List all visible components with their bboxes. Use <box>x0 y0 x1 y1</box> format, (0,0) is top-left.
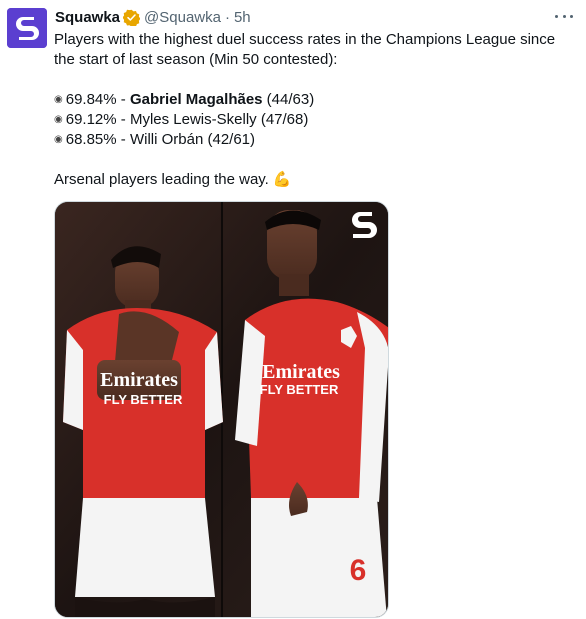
medal-icon: ◉ <box>54 114 63 125</box>
tweet-header: Squawka @Squawka · 5h <box>55 7 251 27</box>
medal-icon: ◉ <box>54 94 63 105</box>
sponsor-text-right: Emirates <box>262 361 340 383</box>
timestamp[interactable]: 5h <box>234 9 251 26</box>
ranking-player: Willi Orbán <box>129 131 204 148</box>
players-photo: Emirates FLY BETTER Emirates FLY BETTER … <box>55 202 388 617</box>
ranking-record: (47/68) <box>256 111 309 128</box>
sponsor-text-left: Emirates <box>100 369 178 391</box>
squawka-logo-icon <box>7 8 47 48</box>
ranking-player: Myles Lewis-Skelly <box>129 111 257 128</box>
more-options-icon[interactable] <box>552 8 576 24</box>
display-name[interactable]: Squawka <box>55 9 120 26</box>
ranking-player: Gabriel Magalhães <box>129 91 263 108</box>
tweet-media-image[interactable]: Emirates FLY BETTER Emirates FLY BETTER … <box>54 201 389 618</box>
verified-badge-icon <box>122 9 141 27</box>
ranking-percent: 69.84% - <box>65 91 130 108</box>
ranking-percent: 69.12% - <box>65 111 130 128</box>
sponsor-tagline-right: FLY BETTER <box>260 382 339 397</box>
handle[interactable]: @Squawka <box>144 9 221 26</box>
ranking-record: (44/63) <box>262 91 315 108</box>
ranking-row: ◉ 68.85% - Willi Orbán (42/61) <box>54 130 574 150</box>
ranking-row: ◉ 69.12% - Myles Lewis-Skelly (47/68) <box>54 110 574 130</box>
shirt-number: 6 <box>350 554 367 587</box>
separator: · <box>224 8 230 26</box>
ranking-row: ◉ 69.84% - Gabriel Magalhães (44/63) <box>54 90 574 110</box>
tweet-card: Squawka @Squawka · 5h Players with the h… <box>0 0 586 619</box>
tweet-text-line: Arsenal players leading the way. 💪 <box>54 170 574 190</box>
closing-text: Arsenal players leading the way. <box>54 171 269 188</box>
avatar[interactable] <box>7 8 47 48</box>
medal-icon: ◉ <box>54 134 63 145</box>
tweet-text-line: the start of last season (Min 50 contest… <box>54 51 338 68</box>
ranking-record: (42/61) <box>203 131 256 148</box>
ranking-percent: 68.85% - <box>65 131 130 148</box>
flexed-biceps-emoji: 💪 <box>272 171 292 188</box>
sponsor-tagline-left: FLY BETTER <box>104 392 183 407</box>
tweet-text-line: Players with the highest duel success ra… <box>54 31 556 48</box>
